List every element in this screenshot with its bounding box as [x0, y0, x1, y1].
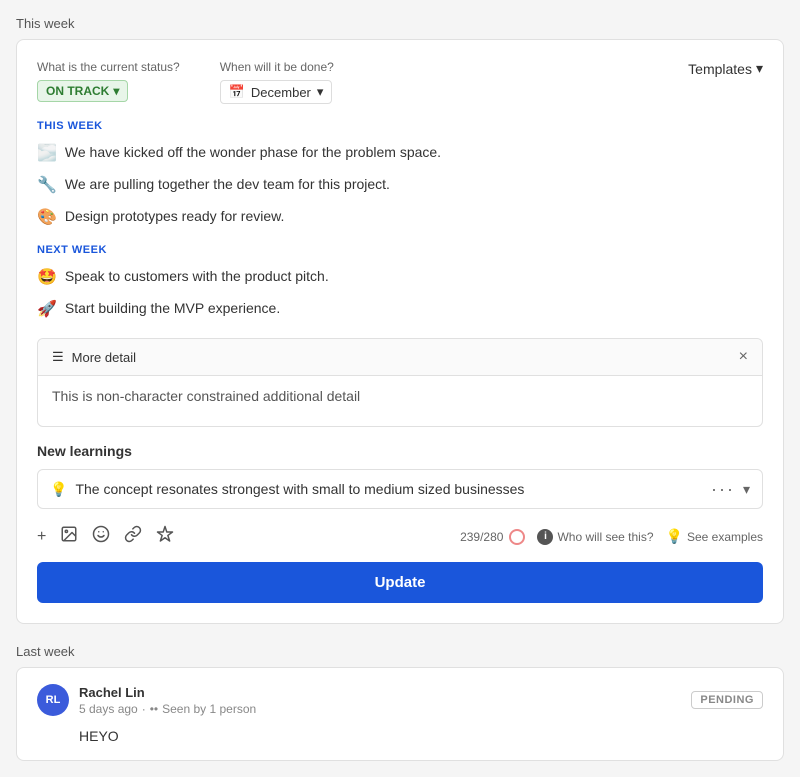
learning-expand-button[interactable]: ▾ [743, 481, 750, 498]
toolbar-right: 239/280 i Who will see this? 💡 See examp… [460, 528, 763, 545]
item-emoji: 🤩 [37, 266, 57, 290]
char-progress-icon [509, 529, 525, 545]
more-detail-text: This is non-character constrained additi… [52, 388, 360, 404]
emoji-button[interactable] [92, 525, 110, 548]
last-week-label: Last week [16, 644, 784, 659]
post-age: 5 days ago [79, 702, 138, 716]
templates-label: Templates [688, 61, 752, 77]
new-learnings-label: New learnings [37, 443, 763, 459]
sparkle-button[interactable] [156, 525, 174, 548]
dots-icon: •• [150, 702, 158, 716]
char-count-text: 239/280 [460, 530, 503, 544]
status-value: ON TRACK [46, 84, 109, 98]
who-will-see-label: Who will see this? [557, 530, 653, 544]
next-week-items: 🤩 Speak to customers with the product pi… [37, 266, 763, 322]
item-emoji: 🚀 [37, 298, 57, 322]
author-info: RL Rachel Lin 5 days ago · •• Seen by 1 … [37, 684, 256, 716]
update-button[interactable]: Update [37, 562, 763, 603]
learning-text: 💡 The concept resonates strongest with s… [50, 481, 524, 498]
avatar: RL [37, 684, 69, 716]
this-week-label: This week [16, 16, 784, 31]
more-detail-section: ☰ More detail × This is non-character co… [37, 338, 763, 427]
date-value: December [251, 85, 311, 100]
status-field: What is the current status? ON TRACK ▾ [37, 60, 180, 104]
this-week-items: 🌫️ We have kicked off the wonder phase f… [37, 142, 763, 230]
image-button[interactable] [60, 525, 78, 548]
next-week-heading: NEXT WEEK [37, 244, 763, 256]
date-chevron-icon: ▾ [317, 84, 324, 100]
author-row: RL Rachel Lin 5 days ago · •• Seen by 1 … [37, 684, 763, 716]
this-week-heading: THIS WEEK [37, 120, 763, 132]
status-label: What is the current status? [37, 60, 180, 74]
learning-actions: ··· ▾ [711, 480, 750, 498]
update-item: 🤩 Speak to customers with the product pi… [37, 266, 763, 290]
learning-item: 💡 The concept resonates strongest with s… [37, 469, 763, 509]
close-detail-button[interactable]: × [739, 349, 748, 365]
learning-content: The concept resonates strongest with sma… [75, 481, 524, 497]
this-week-card: What is the current status? ON TRACK ▾ W… [16, 39, 784, 624]
learning-emoji: 💡 [50, 481, 67, 498]
date-field: When will it be done? 📅 December ▾ [220, 60, 334, 104]
item-emoji: 🔧 [37, 174, 57, 198]
item-text: We have kicked off the wonder phase for … [65, 142, 441, 163]
more-detail-label: More detail [72, 350, 136, 365]
post-content: HEYO [79, 728, 763, 744]
item-emoji: 🎨 [37, 206, 57, 230]
templates-button[interactable]: Templates ▾ [688, 60, 763, 77]
info-icon: i [537, 529, 553, 545]
update-item: 🚀 Start building the MVP experience. [37, 298, 763, 322]
char-count: 239/280 [460, 529, 525, 545]
more-detail-title: ☰ More detail [52, 349, 136, 365]
see-examples-label: See examples [687, 530, 763, 544]
author-details: Rachel Lin 5 days ago · •• Seen by 1 per… [79, 685, 256, 716]
calendar-icon: 📅 [229, 84, 245, 100]
status-chevron-icon: ▾ [113, 84, 119, 98]
toolbar: + [37, 519, 763, 554]
card-header-left: What is the current status? ON TRACK ▾ W… [37, 60, 334, 104]
link-button[interactable] [124, 525, 142, 548]
dot-separator: · [142, 702, 146, 716]
item-text: We are pulling together the dev team for… [65, 174, 390, 195]
card-header: What is the current status? ON TRACK ▾ W… [37, 60, 763, 104]
last-week-section: Last week RL Rachel Lin 5 days ago · •• … [16, 644, 784, 761]
seen-by-text: Seen by 1 person [162, 702, 256, 716]
item-text: Design prototypes ready for review. [65, 206, 284, 227]
item-text: Start building the MVP experience. [65, 298, 280, 319]
add-button[interactable]: + [37, 528, 46, 546]
see-examples-button[interactable]: 💡 See examples [666, 528, 763, 545]
update-item: 🔧 We are pulling together the dev team f… [37, 174, 763, 198]
last-week-card: RL Rachel Lin 5 days ago · •• Seen by 1 … [16, 667, 784, 761]
more-detail-body: This is non-character constrained additi… [38, 376, 762, 426]
pending-badge: PENDING [691, 691, 763, 709]
who-will-see-button[interactable]: i Who will see this? [537, 529, 653, 545]
date-badge[interactable]: 📅 December ▾ [220, 80, 333, 104]
status-badge[interactable]: ON TRACK ▾ [37, 80, 128, 102]
date-label: When will it be done? [220, 60, 334, 74]
templates-chevron-icon: ▾ [756, 60, 763, 77]
item-text: Speak to customers with the product pitc… [65, 266, 329, 287]
author-name: Rachel Lin [79, 685, 256, 700]
more-detail-icon: ☰ [52, 349, 64, 365]
author-meta: 5 days ago · •• Seen by 1 person [79, 702, 256, 716]
learning-menu-button[interactable]: ··· [711, 480, 735, 498]
more-detail-header: ☰ More detail × [38, 339, 762, 376]
toolbar-left: + [37, 525, 174, 548]
item-emoji: 🌫️ [37, 142, 57, 166]
update-item: 🌫️ We have kicked off the wonder phase f… [37, 142, 763, 166]
bulb-icon: 💡 [666, 528, 683, 545]
update-item: 🎨 Design prototypes ready for review. [37, 206, 763, 230]
